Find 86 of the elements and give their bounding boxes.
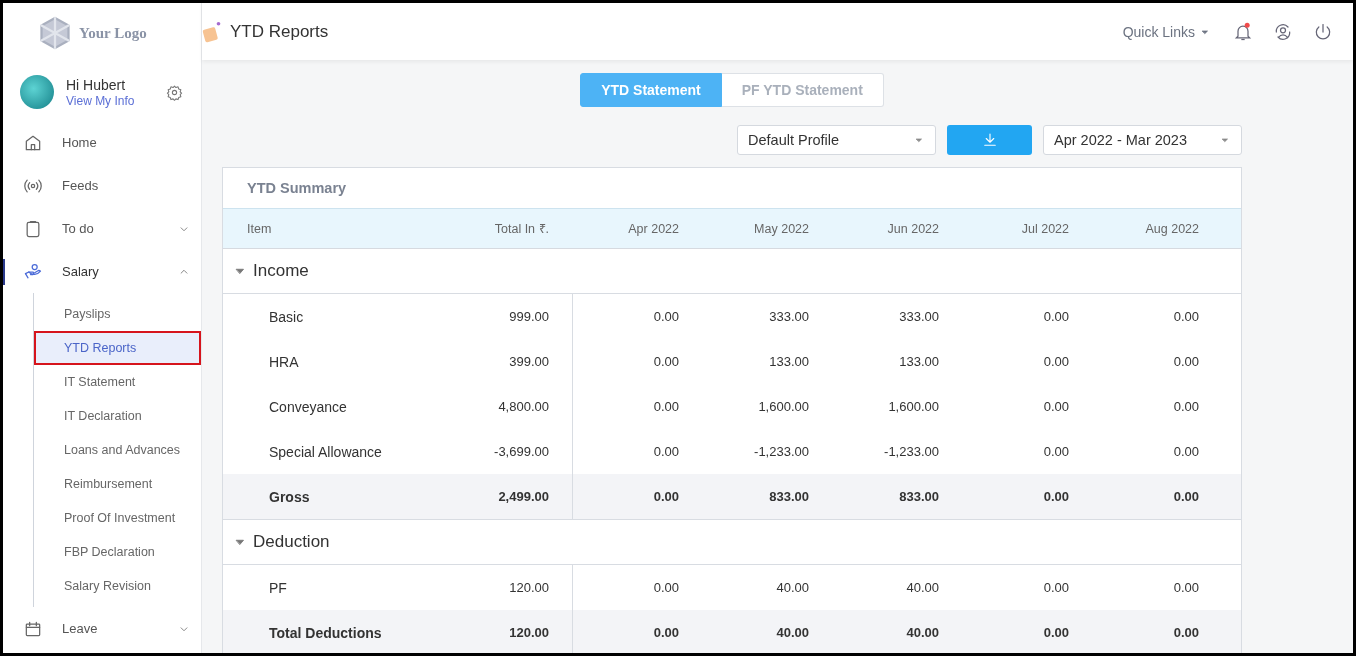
account-switch-icon[interactable] bbox=[1273, 21, 1293, 42]
nav-item[interactable]: Leave bbox=[3, 607, 201, 650]
table-cell-text: PF bbox=[268, 579, 288, 596]
table-cell-text: 133.00 bbox=[768, 354, 810, 369]
table-cell-text: 40.00 bbox=[775, 625, 810, 640]
column-header: Jul 2022 bbox=[1020, 221, 1070, 236]
table-cell-text: 133.00 bbox=[898, 354, 940, 369]
column-header: Total In ₹. bbox=[493, 221, 550, 237]
table-cell-text: 40.00 bbox=[905, 625, 940, 640]
user-greeting: Hi Hubert bbox=[66, 76, 127, 93]
table-cell-text: Special Allowance bbox=[268, 443, 383, 460]
nav-subitem[interactable]: Loans and Advances bbox=[34, 433, 201, 467]
hexagon-logo-icon bbox=[37, 15, 73, 51]
table-cell-text: 0.00 bbox=[1172, 444, 1200, 459]
table-cell-text: 333.00 bbox=[898, 309, 940, 324]
nav-item[interactable]: Salary bbox=[3, 250, 201, 293]
table-cell-text: 4,800.00 bbox=[497, 399, 550, 414]
table-cell-text: -3,699.00 bbox=[493, 444, 550, 459]
table-cell-text: 0.00 bbox=[652, 625, 680, 640]
table-cell-text: 333.00 bbox=[768, 309, 810, 324]
column-header: Item bbox=[246, 221, 273, 236]
column-header: May 2022 bbox=[753, 221, 810, 236]
table-cell-text: 0.00 bbox=[1042, 580, 1070, 595]
table-cell-text: 0.00 bbox=[652, 580, 680, 595]
section-header[interactable]: Income bbox=[223, 249, 1241, 294]
settings-icon[interactable] bbox=[166, 83, 183, 101]
table-cell-text: 0.00 bbox=[1172, 354, 1200, 369]
column-header: Apr 2022 bbox=[627, 221, 680, 236]
table-cell-text: Total Deductions bbox=[268, 624, 383, 641]
table-cell-text: 0.00 bbox=[1042, 354, 1070, 369]
table-cell-text: 0.00 bbox=[652, 399, 680, 414]
table-cell-text: Basic bbox=[268, 308, 305, 325]
nav-subitem[interactable]: Proof Of Investment bbox=[34, 501, 201, 535]
nav-subitem[interactable]: Payslips bbox=[34, 297, 201, 331]
table-cell-text: 399.00 bbox=[508, 354, 550, 369]
table-cell-text: 0.00 bbox=[652, 489, 680, 504]
table-cell-text: 0.00 bbox=[652, 309, 680, 324]
table-cell-text: 2,499.00 bbox=[497, 489, 550, 504]
profile-dropdown[interactable]: Default Profile bbox=[737, 125, 936, 155]
table-cell-text: 833.00 bbox=[768, 489, 810, 504]
nav-item[interactable]: Home bbox=[3, 121, 201, 164]
table-cell-text: 0.00 bbox=[1042, 625, 1070, 640]
period-dropdown[interactable]: Apr 2022 - Mar 2023 bbox=[1043, 125, 1242, 155]
nav-subitem[interactable]: IT Statement bbox=[34, 365, 201, 399]
power-icon[interactable] bbox=[1313, 21, 1333, 42]
logo-text: Your Logo bbox=[79, 24, 147, 42]
table-cell-text: 0.00 bbox=[1172, 580, 1200, 595]
table-cell-text: 0.00 bbox=[1042, 489, 1070, 504]
table-cell-text: 1,600.00 bbox=[887, 399, 940, 414]
table-cell-text: 0.00 bbox=[1172, 489, 1200, 504]
page-title: YTD Reports bbox=[230, 21, 330, 42]
table-cell-text: 0.00 bbox=[1042, 444, 1070, 459]
view-info-link[interactable]: View My Info bbox=[66, 93, 135, 108]
nav-subitem[interactable]: Salary Revision bbox=[34, 569, 201, 603]
card-title: YTD Summary bbox=[246, 179, 348, 198]
table-cell-text: 0.00 bbox=[652, 354, 680, 369]
table-cell-text: 1,600.00 bbox=[757, 399, 810, 414]
section-header[interactable]: Deduction bbox=[223, 520, 1241, 565]
column-header: Aug 2022 bbox=[1144, 221, 1200, 236]
quick-links-menu[interactable]: Quick Links bbox=[1122, 23, 1211, 40]
nav-subitem[interactable]: FBP Declaration bbox=[34, 535, 201, 569]
column-header: Jun 2022 bbox=[886, 221, 940, 236]
table-cell-text: 833.00 bbox=[898, 489, 940, 504]
table-cell-text: Conveyance bbox=[268, 398, 348, 415]
table-cell-text: 0.00 bbox=[1172, 309, 1200, 324]
nav-subitem[interactable]: YTD Reports bbox=[34, 331, 201, 365]
bell-icon[interactable] bbox=[1233, 21, 1253, 42]
table-cell-text: 0.00 bbox=[1172, 625, 1200, 640]
nav-subitem[interactable]: Reimbursement bbox=[34, 467, 201, 501]
table-cell-text: 40.00 bbox=[775, 580, 810, 595]
table-cell-text: 0.00 bbox=[652, 444, 680, 459]
avatar bbox=[20, 75, 54, 109]
table-cell-text: Gross bbox=[268, 488, 311, 505]
table-cell-text: -1,233.00 bbox=[753, 444, 810, 459]
nav-item[interactable]: Feeds bbox=[3, 164, 201, 207]
table-cell-text: 40.00 bbox=[905, 580, 940, 595]
table-cell-text: 120.00 bbox=[508, 625, 550, 640]
table-cell-text: -1,233.00 bbox=[883, 444, 940, 459]
table-cell-text: 999.00 bbox=[508, 309, 550, 324]
table-cell-text: 0.00 bbox=[1042, 399, 1070, 414]
nav-subitem[interactable]: IT Declaration bbox=[34, 399, 201, 433]
table-cell-text: 0.00 bbox=[1042, 309, 1070, 324]
table-cell-text: 0.00 bbox=[1172, 399, 1200, 414]
table-cell-text: 120.00 bbox=[508, 580, 550, 595]
nav-item[interactable]: To do bbox=[3, 207, 201, 250]
table-cell-text: HRA bbox=[268, 353, 300, 370]
